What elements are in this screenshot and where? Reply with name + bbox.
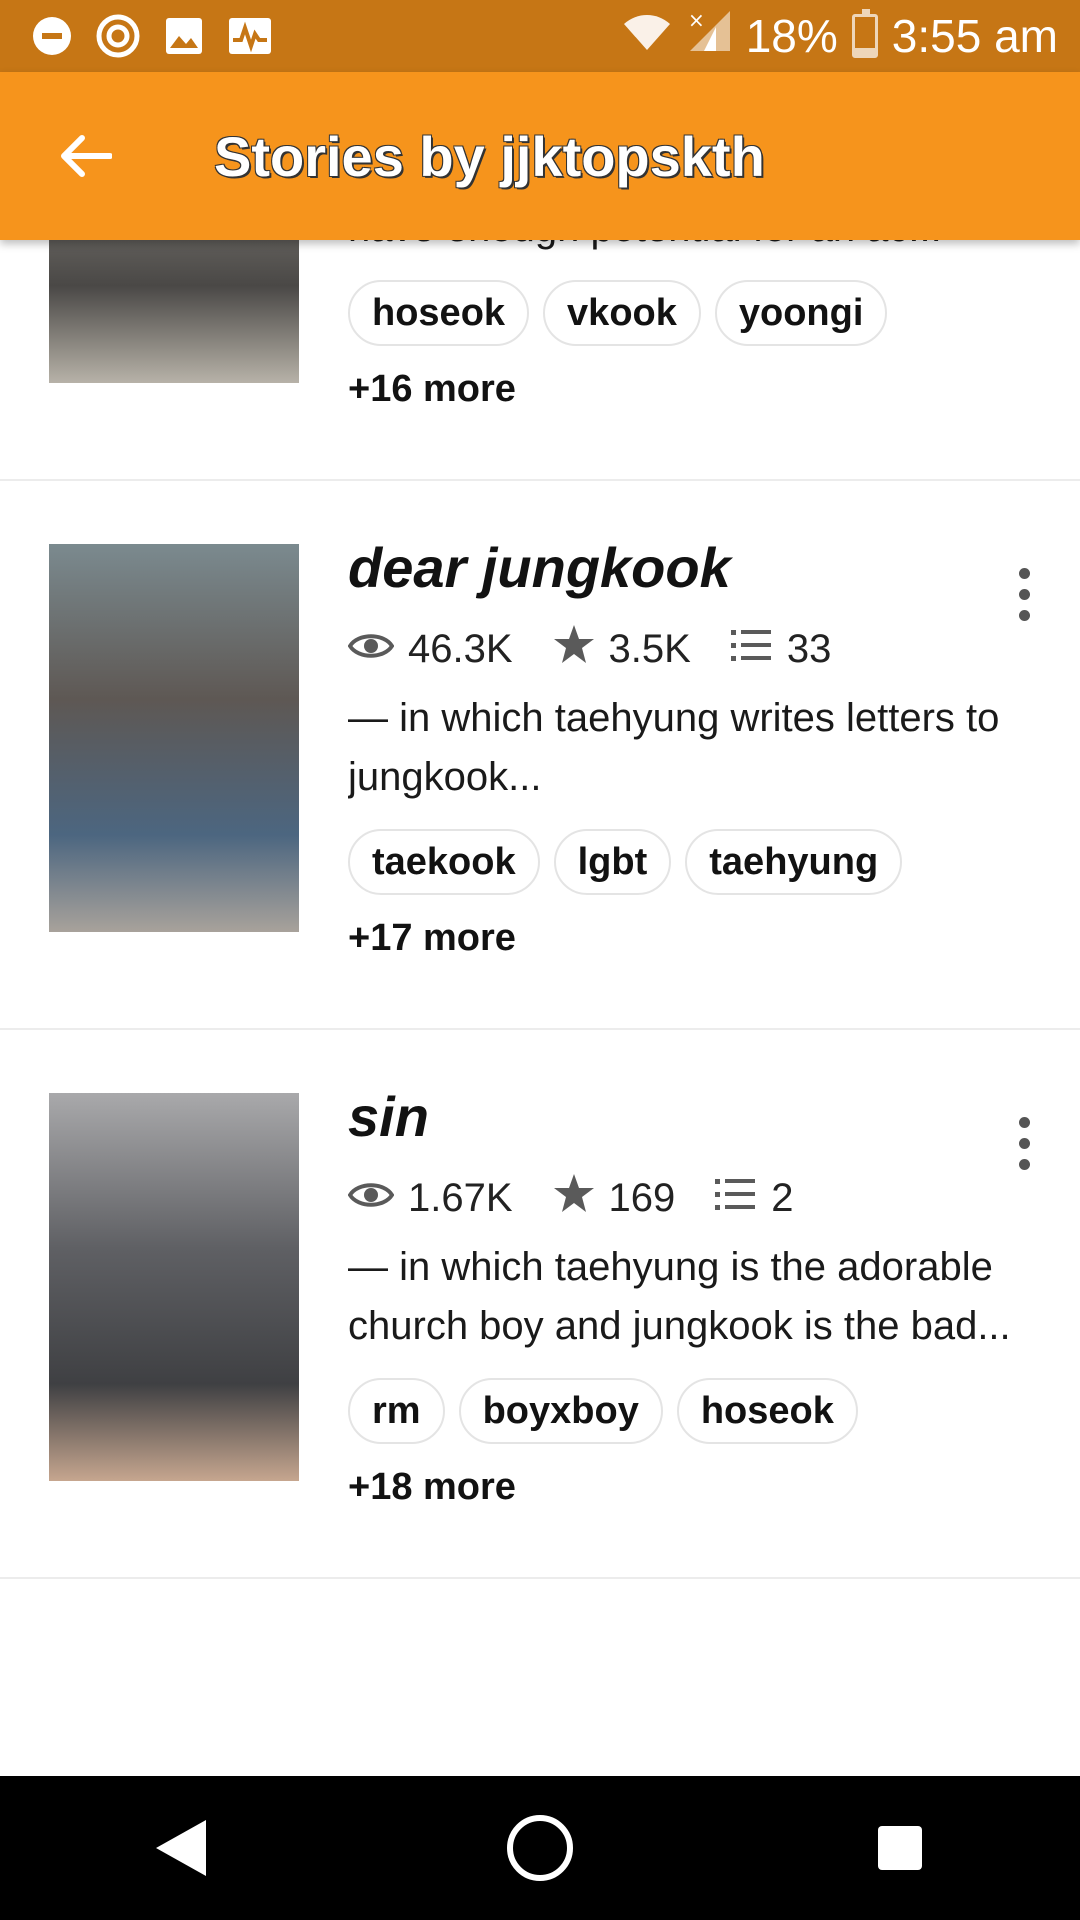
back-button[interactable] bbox=[40, 111, 130, 201]
tag-list: taekook lgbt taehyung bbox=[348, 829, 1028, 895]
story-stats: 46.3K 3.5K 33 bbox=[347, 621, 1028, 677]
star-icon bbox=[553, 1173, 595, 1223]
story-cover-image[interactable] bbox=[49, 240, 299, 383]
list-icon bbox=[730, 627, 773, 672]
list-icon bbox=[715, 1176, 757, 1221]
votes-stat: 3.5K bbox=[553, 624, 691, 674]
more-tags-link[interactable]: +16 more bbox=[348, 368, 1028, 411]
nav-back-button[interactable] bbox=[120, 1788, 240, 1908]
minus-circle-icon bbox=[30, 14, 74, 58]
story-info: sin 1.67K 169 2 — in which taehyung is t… bbox=[347, 1082, 1028, 1509]
more-tags-link[interactable]: +17 more bbox=[348, 917, 1028, 960]
story-info: dear jungkook 46.3K 3.5K 33 — in which t… bbox=[347, 533, 1028, 960]
story-overflow-menu-button[interactable] bbox=[1004, 549, 1044, 639]
story-title[interactable]: sin bbox=[348, 1082, 1028, 1152]
parts-stat: 2 bbox=[715, 1175, 794, 1221]
eye-icon bbox=[347, 1176, 395, 1221]
tag-list: rm boyxboy hoseok bbox=[348, 1378, 1028, 1444]
more-vertical-dot bbox=[1018, 609, 1030, 621]
battery-percent: 18% bbox=[745, 10, 838, 62]
story-item[interactable]: dear jungkook 46.3K 3.5K 33 — in which t… bbox=[0, 481, 1080, 1030]
reads-count: 1.67K bbox=[408, 1175, 513, 1220]
more-vertical-dot bbox=[1018, 1116, 1030, 1128]
parts-count: 33 bbox=[786, 626, 832, 671]
activity-icon bbox=[228, 14, 272, 58]
battery-level bbox=[854, 48, 875, 55]
votes-count: 3.5K bbox=[608, 626, 691, 671]
story-title[interactable]: dear jungkook bbox=[348, 533, 1028, 603]
arrow-left-icon bbox=[61, 135, 112, 177]
story-description: random ideas that i get but that do not … bbox=[348, 240, 1028, 258]
status-bar: × 18% 3:55 am bbox=[0, 0, 1080, 72]
story-description: — in which taehyung writes letters to ju… bbox=[348, 696, 1000, 799]
reads-count: 46.3K bbox=[408, 626, 513, 671]
navigation-bar bbox=[0, 1776, 1080, 1920]
votes-count: 169 bbox=[608, 1175, 676, 1220]
story-description: — in which taehyung is the adorable chur… bbox=[348, 1245, 1011, 1348]
recents-square-icon bbox=[878, 1826, 922, 1870]
wifi-icon bbox=[622, 9, 672, 63]
more-vertical-dot bbox=[1018, 588, 1030, 600]
notification-icons bbox=[0, 14, 272, 58]
clock: 3:55 am bbox=[891, 10, 1058, 62]
more-vertical-dot bbox=[1018, 1158, 1030, 1170]
story-item[interactable]: 1.38K 174 2 random ideas that i get but … bbox=[0, 240, 1080, 481]
tag-chip[interactable]: lgbt bbox=[553, 829, 672, 895]
story-item[interactable]: sin 1.67K 169 2 — in which taehyung is t… bbox=[0, 1030, 1080, 1579]
page-title: Stories by jjktopskth bbox=[214, 124, 765, 188]
tag-chip[interactable]: vkook bbox=[543, 280, 701, 346]
svg-text:×: × bbox=[688, 9, 705, 32]
battery-icon bbox=[851, 9, 878, 58]
tag-chip[interactable]: rm bbox=[348, 1378, 445, 1444]
sync-icon bbox=[96, 14, 140, 58]
tag-chip[interactable]: hoseok bbox=[676, 1378, 858, 1444]
more-vertical-dot bbox=[1018, 567, 1030, 579]
tag-chip[interactable]: yoongi bbox=[714, 280, 888, 346]
eye-icon bbox=[347, 627, 395, 672]
nav-home-button[interactable] bbox=[480, 1788, 600, 1908]
reads-stat: 1.67K bbox=[347, 1175, 513, 1221]
more-vertical-dot bbox=[1018, 1137, 1030, 1149]
story-info: 1.38K 174 2 random ideas that i get but … bbox=[348, 240, 1028, 411]
tag-chip[interactable]: hoseok bbox=[348, 280, 530, 346]
more-tags-link[interactable]: +18 more bbox=[348, 1466, 1028, 1509]
reads-stat: 46.3K bbox=[347, 626, 513, 672]
app-bar: Stories by jjktopskth bbox=[0, 72, 1080, 240]
votes-stat: 169 bbox=[553, 1173, 676, 1223]
tag-chip[interactable]: taehyung bbox=[685, 829, 903, 895]
home-circle-icon bbox=[507, 1815, 573, 1881]
star-icon bbox=[553, 624, 595, 674]
tag-chip[interactable]: taekook bbox=[348, 829, 540, 895]
tag-list: hoseok vkook yoongi bbox=[348, 280, 1028, 346]
story-stats: 1.67K 169 2 bbox=[347, 1170, 1028, 1226]
story-list: 1.38K 174 2 random ideas that i get but … bbox=[0, 240, 1080, 1579]
image-icon bbox=[162, 14, 206, 58]
story-cover-image[interactable] bbox=[49, 1093, 299, 1481]
back-triangle-icon bbox=[156, 1820, 206, 1876]
parts-stat: 33 bbox=[730, 626, 832, 672]
signal-icon: × bbox=[686, 8, 732, 64]
parts-count: 2 bbox=[771, 1175, 794, 1220]
story-overflow-menu-button[interactable] bbox=[1004, 1098, 1044, 1188]
story-list-viewport[interactable]: 1.38K 174 2 random ideas that i get but … bbox=[0, 240, 1080, 1776]
tag-chip[interactable]: boyxboy bbox=[458, 1378, 663, 1444]
story-cover-image[interactable] bbox=[49, 544, 299, 932]
nav-recents-button[interactable] bbox=[840, 1788, 960, 1908]
